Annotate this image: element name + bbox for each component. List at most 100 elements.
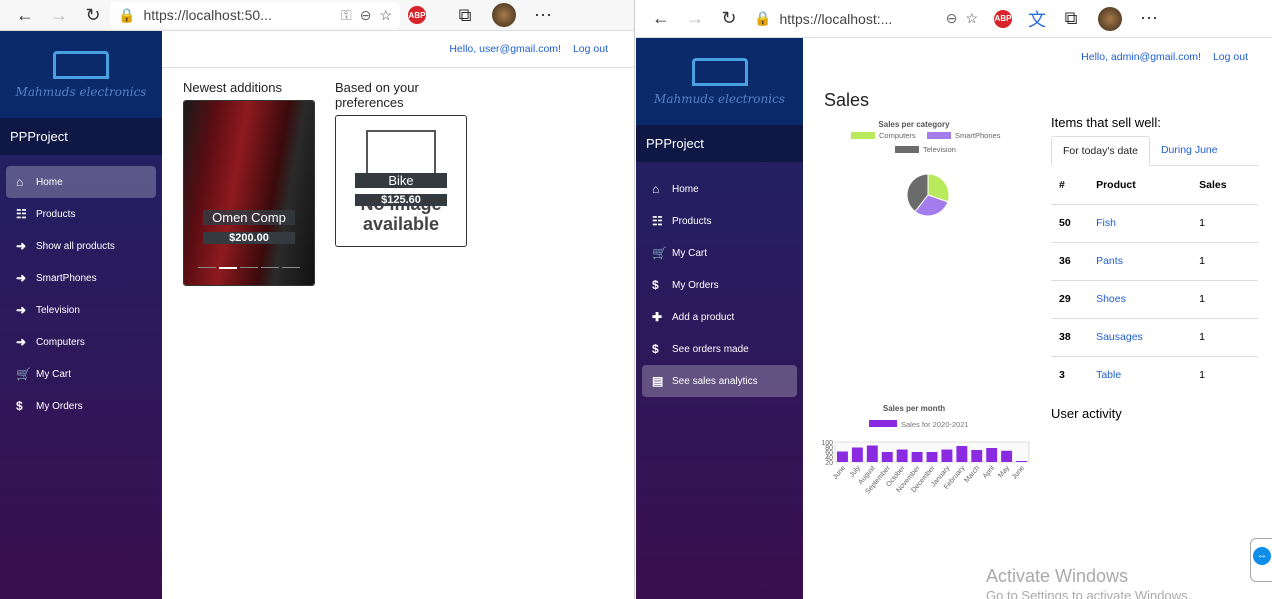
sidebar-item[interactable]: ⌂ Home	[642, 173, 797, 205]
logout-link[interactable]: Log out	[573, 43, 608, 55]
sidebar-item[interactable]: ⌂ Home	[6, 166, 156, 198]
newest-additions-title: Newest additions	[183, 80, 282, 95]
favorite-icon[interactable]: ☆	[379, 7, 392, 24]
greeting-link[interactable]: Hello, user@gmail.com!	[449, 43, 561, 55]
sidebar-item-label: Computers	[36, 336, 85, 348]
sidebar-item[interactable]: $ My Orders	[642, 269, 797, 301]
sidebar-item-label: SmartPhones	[36, 272, 97, 284]
nav-icon: $	[16, 399, 23, 413]
item-id: 29	[1051, 279, 1089, 318]
browser-window-user: ← → ↻ 🔒 https://localhost:50... ⚿ ⊖ ☆ AB…	[0, 0, 635, 599]
carousel-indicators[interactable]	[198, 267, 300, 269]
reload-icon[interactable]: ↻	[712, 8, 746, 29]
x-tick-label: July	[849, 464, 863, 478]
sidebar-item[interactable]: 🛒 My Cart	[6, 358, 156, 390]
adblock-icon[interactable]: ABP	[994, 9, 1012, 28]
forward-icon[interactable]: →	[42, 5, 76, 26]
project-title[interactable]: PPProject	[0, 118, 162, 155]
table-row: 50 Fish 1	[1051, 203, 1258, 242]
more-icon[interactable]: ⋯	[526, 5, 560, 26]
forward-icon[interactable]: →	[678, 8, 712, 29]
product-image	[184, 101, 314, 285]
legend-label: Computers	[879, 131, 916, 140]
nav-icon: ⌂	[16, 175, 24, 189]
product-card-preference[interactable]: No image available Bike $125.60	[335, 115, 467, 247]
sidebar-item[interactable]: ☷ Products	[6, 198, 156, 230]
product-price: $200.00	[203, 232, 295, 244]
user-activity-title: User activity	[1051, 406, 1122, 421]
adblock-icon[interactable]: ABP	[408, 6, 426, 24]
sidebar-nav: ⌂ Home ☷ Products ➜ Show all products ➜ SmartPh…	[0, 155, 162, 433]
favorite-icon[interactable]: ☆	[965, 10, 978, 27]
tab-during-june[interactable]: During June	[1150, 136, 1229, 165]
teamviewer-icon[interactable]: ↔	[1250, 538, 1272, 582]
item-id: 38	[1051, 317, 1089, 356]
nav-icon: ➜	[16, 303, 27, 317]
sales-count: 1	[1191, 355, 1258, 394]
sidebar-item[interactable]: $ See orders made	[642, 333, 797, 365]
logo[interactable]: Mahmuds electronics	[636, 38, 803, 125]
back-icon[interactable]: ←	[8, 5, 42, 26]
sidebar-item[interactable]: $ My Orders	[6, 390, 156, 422]
column-header: Sales	[1199, 178, 1227, 191]
sidebar-item[interactable]: ➜ Computers	[6, 326, 156, 358]
sidebar-item[interactable]: ➜ SmartPhones	[6, 262, 156, 294]
logo[interactable]: Mahmuds electronics	[0, 31, 162, 118]
item-id: 50	[1051, 203, 1089, 242]
table-row: 38 Sausages 1	[1051, 317, 1258, 356]
product-link[interactable]: Fish	[1088, 203, 1192, 242]
pie-chart-sales-per-category: Sales per category Computers SmartPhones Te…	[851, 120, 1001, 217]
address-bar[interactable]: 🔒 https://localhost:... ⊖ ☆	[746, 5, 986, 32]
legend-label: Television	[923, 145, 956, 154]
sidebar-item[interactable]: ➜ Television	[6, 294, 156, 326]
profile-avatar[interactable]	[492, 3, 516, 27]
address-bar[interactable]: 🔒 https://localhost:50... ⚿ ⊖ ☆	[110, 2, 400, 28]
logout-link[interactable]: Log out	[1213, 51, 1248, 63]
project-title[interactable]: PPProject	[636, 125, 803, 162]
sidebar-item[interactable]: ✚ Add a product	[642, 301, 797, 333]
y-tick-label: 20	[825, 460, 833, 467]
collections-icon[interactable]: ⧉	[448, 5, 482, 26]
key-icon[interactable]: ⚿	[341, 7, 352, 24]
sidebar: Mahmuds electronics PPProject ⌂ Home ☷ Prod…	[636, 38, 803, 599]
collections-icon[interactable]: ⧉	[1054, 8, 1088, 29]
product-card-newest[interactable]: Omen Comp $200.00	[183, 100, 315, 286]
product-link[interactable]: Pants	[1088, 241, 1192, 280]
product-price: $125.60	[355, 194, 447, 206]
chart-title: Sales per month	[883, 404, 945, 413]
nav-icon: ☷	[16, 207, 27, 221]
zoom-out-icon[interactable]: ⊖	[946, 10, 958, 27]
profile-avatar[interactable]	[1098, 6, 1122, 31]
sidebar-item-label: My Cart	[672, 247, 707, 259]
sidebar-item-label: My Cart	[36, 368, 71, 380]
product-link[interactable]: Table	[1088, 355, 1192, 394]
sidebar: Mahmuds electronics PPProject ⌂ Home ☷ Prod…	[0, 31, 162, 599]
reload-icon[interactable]: ↻	[76, 5, 110, 26]
nav-icon: 🛒	[16, 367, 31, 381]
tab-today[interactable]: For today's date	[1051, 136, 1150, 166]
nav-icon: 🛒	[652, 246, 667, 260]
top-items-table: # Product Sales 50 Fish 1 36 Pants 1 29 Shoes 1 38 S…	[1051, 166, 1258, 394]
column-header: #	[1059, 178, 1065, 191]
greeting-link[interactable]: Hello, admin@gmail.com!	[1081, 51, 1201, 63]
sidebar-item[interactable]: ☷ Products	[642, 205, 797, 237]
zoom-out-icon[interactable]: ⊖	[360, 7, 372, 24]
table-row: 3 Table 1	[1051, 355, 1258, 394]
sidebar-item[interactable]: ▤ See sales analytics	[642, 365, 797, 397]
bar	[851, 447, 863, 462]
bar	[896, 449, 908, 462]
sidebar-item[interactable]: 🛒 My Cart	[642, 237, 797, 269]
nav-icon: ☷	[652, 214, 663, 228]
translate-icon[interactable]: 文	[1020, 6, 1054, 32]
sidebar-item-label: Home	[36, 176, 63, 188]
sales-count: 1	[1191, 279, 1258, 318]
product-link[interactable]: Sausages	[1088, 317, 1192, 356]
product-link[interactable]: Shoes	[1088, 279, 1192, 318]
sales-count: 1	[1191, 241, 1258, 280]
sidebar-item-label: See orders made	[672, 343, 749, 355]
more-icon[interactable]: ⋯	[1132, 8, 1166, 29]
x-tick-label: June	[1011, 465, 1026, 481]
brand-name: Mahmuds electronics	[15, 84, 147, 99]
sidebar-item[interactable]: ➜ Show all products	[6, 230, 156, 262]
back-icon[interactable]: ←	[644, 8, 678, 29]
